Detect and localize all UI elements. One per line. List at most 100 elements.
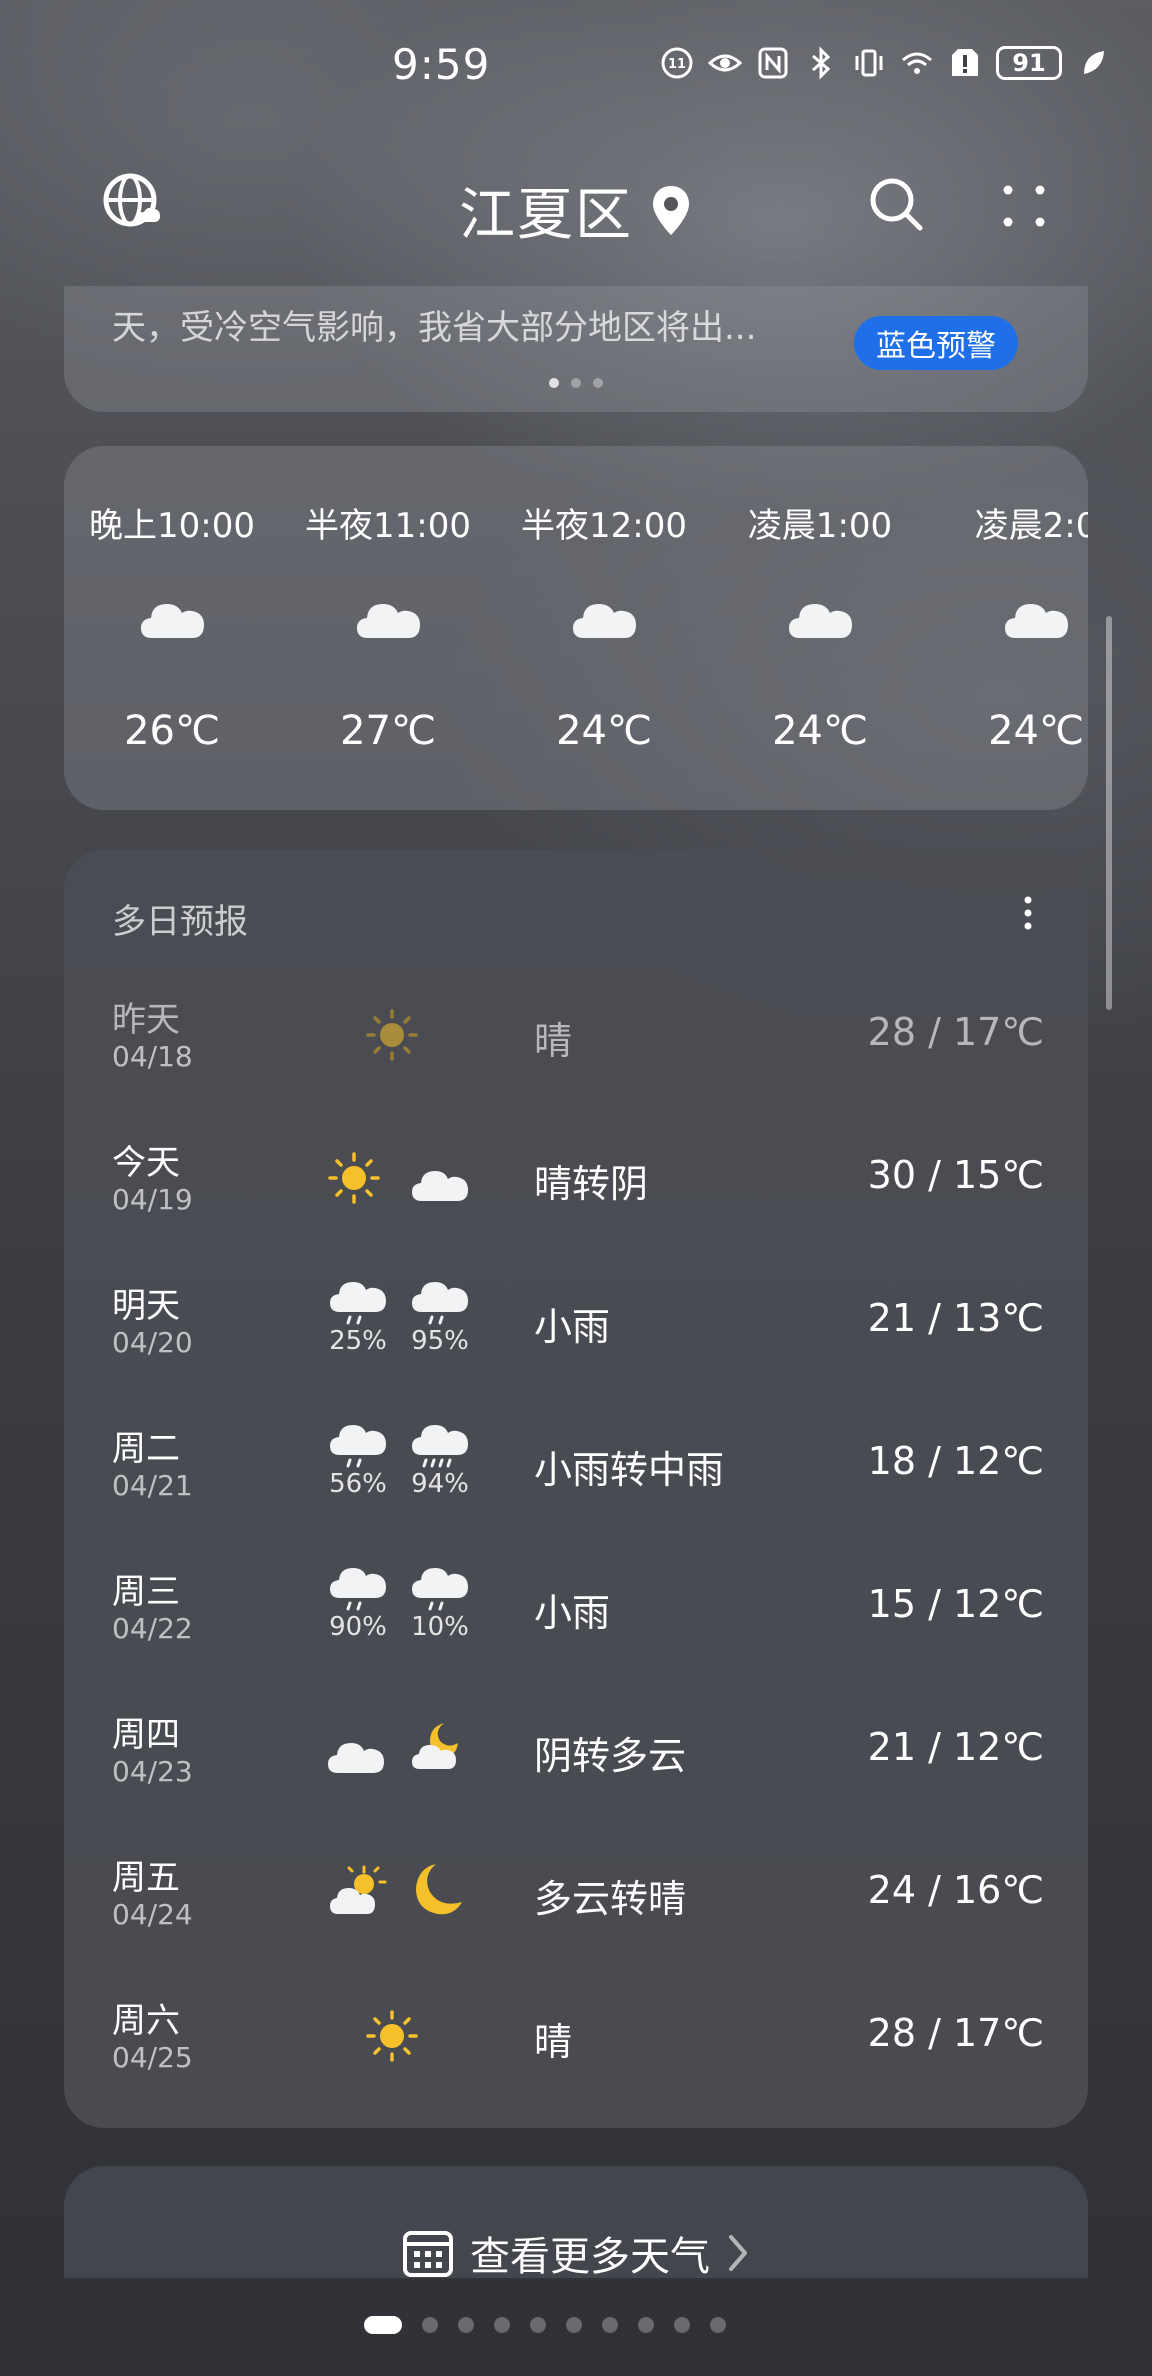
day-date: 04/24 <box>112 1898 193 1931</box>
day-date: 04/19 <box>112 1183 193 1216</box>
more-weather-card[interactable]: 查看更多天气 <box>64 2166 1088 2280</box>
cloudy-icon <box>1005 604 1068 638</box>
cloudy-icon <box>357 604 420 638</box>
bluetooth-icon <box>804 46 838 80</box>
more-options-button[interactable] <box>996 176 1056 236</box>
wifi-icon <box>900 46 934 80</box>
scroll-indicator[interactable] <box>1106 616 1112 1010</box>
forecast-row[interactable]: 今天 04/19 晴转阴 30 / 15℃ <box>64 1121 1088 1264</box>
alert-pager <box>64 378 1088 388</box>
forecast-title: 多日预报 <box>112 902 248 942</box>
moon-icon <box>416 1864 462 1915</box>
svg-text:11: 11 <box>668 57 686 72</box>
day-date: 04/21 <box>112 1469 193 1502</box>
day-date: 04/23 <box>112 1755 193 1788</box>
day-temp: 15 / 12℃ <box>867 1582 1044 1626</box>
page-dot[interactable] <box>674 2317 690 2333</box>
sun-icon <box>328 1152 380 1204</box>
forecast-row[interactable]: 周五 04/24 多云转晴 24 / 16℃ <box>64 1836 1088 1979</box>
page-dot[interactable] <box>566 2317 582 2333</box>
day-condition: 晴 <box>534 2020 573 2064</box>
hour-temp: 24℃ <box>772 708 868 754</box>
hourly-item: 半夜11:00 27℃ <box>280 446 496 810</box>
battery-indicator: 91 <box>996 46 1062 80</box>
location-name: 江夏区 <box>459 183 633 248</box>
more-weather-link[interactable]: 查看更多天气 <box>64 2224 1088 2282</box>
cloudy-icon <box>412 1171 468 1201</box>
hour-time: 凌晨2:0 <box>974 506 1088 546</box>
day-name: 周六 <box>112 2001 180 2041</box>
hour-temp: 27℃ <box>340 708 436 754</box>
chevron-right-icon <box>729 2235 747 2271</box>
forecast-row[interactable]: 周二 04/21 56% 94% 小雨转中雨 18 / 12℃ <box>64 1407 1088 1550</box>
cloudy-icon <box>789 604 852 638</box>
hourly-item: 凌晨1:00 24℃ <box>712 446 928 810</box>
alert-text: 天，受冷空气影响，我省大部分地区将出... <box>112 308 757 348</box>
vibrate-icon <box>852 46 886 80</box>
forecast-row[interactable]: 周六 04/25 晴 28 / 17℃ <box>64 1979 1088 2122</box>
page-dot[interactable] <box>458 2317 474 2333</box>
day-temp: 28 / 17℃ <box>867 2011 1044 2055</box>
day-condition: 多云转晴 <box>534 1877 687 1921</box>
hour-time: 半夜12:00 <box>521 506 687 546</box>
status-bar: 9:59 11 91 <box>0 0 1152 130</box>
forecast-row[interactable]: 明天 04/20 25% 95% 小雨 21 / 13℃ <box>64 1264 1088 1407</box>
page-dot[interactable] <box>638 2317 654 2333</box>
hourly-item: 晚上10:00 26℃ <box>64 446 280 810</box>
moderate-rain-icon <box>412 1425 468 1468</box>
sun-icon <box>366 2010 418 2062</box>
day-condition: 阴转多云 <box>534 1734 687 1778</box>
hourly-item: 凌晨2:0 24℃ <box>928 446 1088 810</box>
day-date: 04/25 <box>112 2041 193 2074</box>
hour-time: 凌晨1:00 <box>747 506 893 546</box>
light-rain-icon <box>330 1568 386 1611</box>
alert-badge[interactable]: 蓝色预警 <box>854 316 1018 370</box>
precip-probability: 95% <box>411 1326 469 1356</box>
page-dot[interactable] <box>494 2317 510 2333</box>
weather-alert-card[interactable]: 天，受冷空气影响，我省大部分地区将出... 蓝色预警 <box>64 286 1088 412</box>
forecast-row[interactable]: 周四 04/23 阴转多云 21 / 12℃ <box>64 1693 1088 1836</box>
page-dot[interactable] <box>422 2317 438 2333</box>
light-rain-icon <box>330 1282 386 1325</box>
cloudy-icon <box>328 1743 384 1773</box>
day-name: 今天 <box>112 1143 180 1183</box>
hour-temp: 24℃ <box>988 708 1084 754</box>
day-name: 周四 <box>112 1715 180 1755</box>
light-rain-icon <box>330 1425 386 1468</box>
eye-icon <box>708 46 742 80</box>
page-dot-active[interactable] <box>364 2316 402 2334</box>
day-temp: 21 / 13℃ <box>867 1296 1044 1340</box>
calendar-icon <box>403 2231 453 2277</box>
light-rain-icon <box>412 1282 468 1325</box>
alert-icon <box>948 46 982 80</box>
day-date: 04/22 <box>112 1612 193 1645</box>
more-vertical-icon[interactable] <box>1008 888 1048 938</box>
nfc-icon <box>756 46 790 80</box>
hour-time: 晚上10:00 <box>89 506 255 546</box>
precip-probability: 25% <box>329 1326 387 1356</box>
forecast-row[interactable]: 昨天 04/18 晴 28 / 17℃ <box>64 978 1088 1121</box>
light-rain-icon <box>412 1568 468 1611</box>
status-time: 9:59 <box>392 40 491 89</box>
day-temp: 30 / 15℃ <box>867 1153 1044 1197</box>
precip-probability: 90% <box>329 1612 387 1642</box>
day-name: 周二 <box>112 1429 180 1469</box>
page-indicator[interactable] <box>364 2316 726 2334</box>
page-dot[interactable] <box>710 2317 726 2333</box>
day-date: 04/20 <box>112 1326 193 1359</box>
timer-icon: 11 <box>660 46 694 80</box>
hourly-forecast-card[interactable]: 晚上10:00 26℃ 半夜11:00 27℃ 半夜12:00 24℃ 凌晨1:… <box>64 446 1088 810</box>
location-pin-icon <box>653 185 689 235</box>
day-temp: 21 / 12℃ <box>867 1725 1044 1769</box>
page-dot[interactable] <box>530 2317 546 2333</box>
search-button[interactable] <box>866 174 926 234</box>
day-temp: 18 / 12℃ <box>867 1439 1044 1483</box>
location-title[interactable]: 江夏区 <box>0 170 1152 251</box>
search-icon <box>870 178 923 231</box>
page-dot[interactable] <box>602 2317 618 2333</box>
day-temp: 24 / 16℃ <box>867 1868 1044 1912</box>
pager-dot <box>571 378 581 388</box>
hour-temp: 24℃ <box>556 708 652 754</box>
grid-dots-icon <box>1003 185 1045 227</box>
forecast-row[interactable]: 周三 04/22 90% 10% 小雨 15 / 12℃ <box>64 1550 1088 1693</box>
